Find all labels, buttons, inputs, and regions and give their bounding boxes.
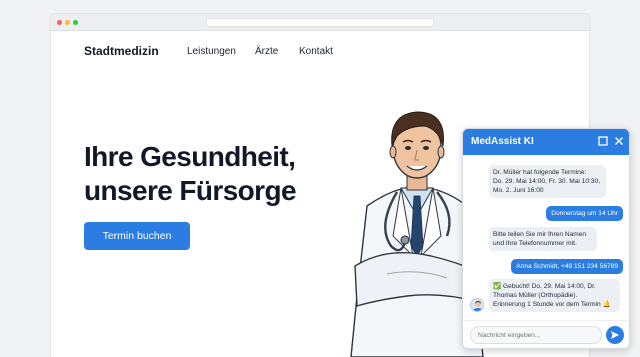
chat-message-bot: ✅ Gebucht! Do. 29. Mai 14:00, Dr. Thomas… [489,279,620,312]
chat-footer [463,320,629,348]
message-line: und Ihre Telefonnummer mit. [493,240,577,247]
browser-titlebar [51,14,589,31]
send-icon[interactable] [606,326,624,344]
nav-link-aerzte[interactable]: Ärzte [255,46,278,57]
chat-title: MedAssist KI [471,136,534,147]
assistant-avatar [470,298,484,312]
chat-message-bot: Dr. Müller hat folgende Termine: Do. 29.… [489,165,606,198]
square-icon[interactable] [597,135,609,147]
window-minimize-dot[interactable] [65,20,70,25]
chat-message-user: Anna Schmidt, +49 151 234 56789 [511,259,623,274]
message-line: ✅ Gebucht! Do. 29. Mai 14:00, Dr. [493,283,596,290]
chat-header: MedAssist KI [463,129,629,155]
hero-title-line-2: unsere Fürsorge [84,175,297,206]
message-line: Erinnerung 1 Stunde vor dem Termin 🔔 [493,301,611,308]
address-bar[interactable] [206,18,434,27]
site-logo[interactable]: Stadtmedizin [84,44,159,58]
chat-messages[interactable]: Dr. Müller hat folgende Termine: Do. 29.… [463,155,629,320]
chat-widget: MedAssist KI Dr. Müller hat folgende Ter… [462,128,630,349]
window-close-dot[interactable] [57,20,62,25]
close-icon[interactable] [613,135,625,147]
window-maximize-dot[interactable] [73,20,78,25]
message-line: Anna Schmidt, +49 151 234 56789 [516,263,618,270]
chat-message-bot: Bitte teilen Sie mir Ihren Namen und Ihr… [489,227,597,251]
message-line: Donnerstag um 14 Uhr [551,210,618,217]
hero-title-line-1: Ihre Gesundheit, [84,141,296,172]
message-line: Dr. Müller hat folgende Termine: [493,169,587,176]
chat-message-input[interactable] [470,326,602,344]
chat-message-user: Donnerstag um 14 Uhr [546,206,623,221]
nav-link-kontakt[interactable]: Kontakt [299,46,333,57]
message-line: Mo. 2. Juni 16:00 [493,187,544,194]
message-line: Do. 29. Mai 14:00, Fr. 30. Mai 10:30, [493,178,601,185]
nav-link-leistungen[interactable]: Leistungen [187,46,236,57]
hero-title: Ihre Gesundheit, unsere Fürsorge [84,140,344,208]
book-appointment-button[interactable]: Termin buchen [84,222,190,250]
message-line: Thomas Müller (Orthopädie). [493,292,578,299]
message-line: Bitte teilen Sie mir Ihren Namen [493,231,587,238]
